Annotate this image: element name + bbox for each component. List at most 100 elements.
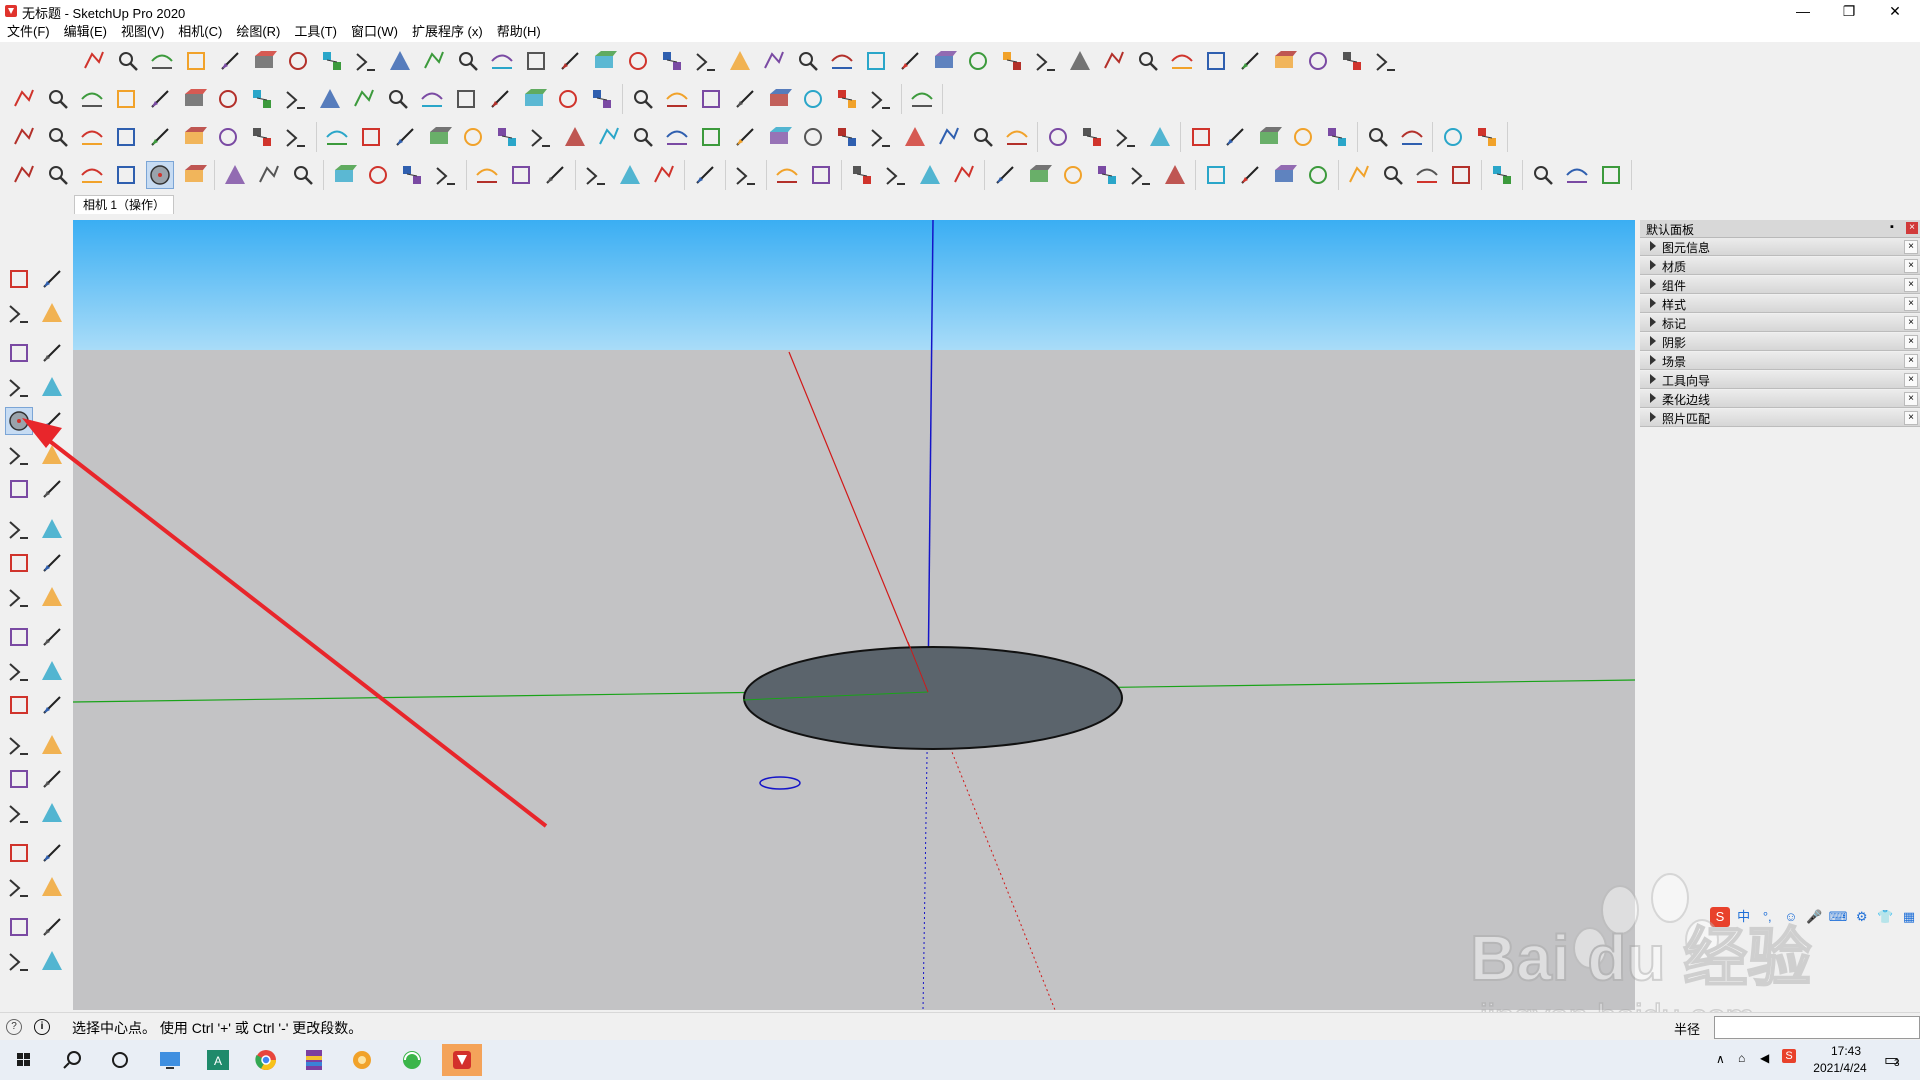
toolbar1-tool-1-18-icon[interactable] — [659, 48, 685, 74]
tray-close-button[interactable]: × — [1906, 222, 1918, 234]
toolbar3-tool-1-7-icon[interactable] — [215, 124, 241, 150]
tray-item-close-icon[interactable]: × — [1904, 411, 1918, 425]
toolbar3-tool-2-12-icon[interactable] — [698, 124, 724, 150]
toolbar3-tool-4-1-icon[interactable] — [1188, 124, 1214, 150]
toolbar1-tool-1-24-icon[interactable] — [863, 48, 889, 74]
toolbar2-tool-1-6-icon[interactable] — [181, 86, 207, 112]
left-tool-2-2-icon[interactable] — [39, 300, 65, 326]
measurements-input[interactable] — [1714, 1016, 1920, 1039]
toolbar3-tool-1-1-icon[interactable] — [11, 124, 37, 150]
toolbar4-tool-10-4-icon[interactable] — [1094, 162, 1120, 188]
toolbar4-tool-14-2-icon[interactable] — [1564, 162, 1590, 188]
toolbar2-tool-2-4-icon[interactable] — [732, 86, 758, 112]
tray-item[interactable]: 样式 × — [1640, 295, 1920, 313]
toolbar4-tool-8-1-icon[interactable] — [774, 162, 800, 188]
toolbar3-tool-3-1-icon[interactable] — [1045, 124, 1071, 150]
expand-arrow-icon[interactable] — [1650, 298, 1656, 308]
toolbar4-tool-12-4-icon[interactable] — [1448, 162, 1474, 188]
toolbar3-tool-3-3-icon[interactable] — [1113, 124, 1139, 150]
left-tool-15-1-icon[interactable] — [6, 766, 32, 792]
toolbar4-tool-8-2-icon[interactable] — [808, 162, 834, 188]
toolbar4-tool-11-2-icon[interactable] — [1237, 162, 1263, 188]
menu-help[interactable]: 帮助(H) — [490, 22, 548, 42]
cortana-icon[interactable] — [100, 1044, 140, 1076]
toolbar4-tool-2-2-icon[interactable] — [256, 162, 282, 188]
toolbar3-tool-2-1-icon[interactable] — [324, 124, 350, 150]
tray-item[interactable]: 材质 × — [1640, 257, 1920, 275]
left-tool-1-1-icon[interactable] — [6, 266, 32, 292]
scene-tab[interactable]: 相机 1（操作） — [74, 195, 175, 214]
toolbar3-tool-2-11-icon[interactable] — [664, 124, 690, 150]
left-tool-20-1-icon[interactable] — [6, 948, 32, 974]
restore-button[interactable]: ❐ — [1826, 0, 1872, 22]
toolbar3-tool-2-13-icon[interactable] — [732, 124, 758, 150]
toolbar1-tool-1-12-icon[interactable] — [455, 48, 481, 74]
left-tool-11-2-icon[interactable] — [39, 624, 65, 650]
circle-tool-active-icon[interactable] — [146, 161, 174, 189]
toolbar2-tool-2-2-icon[interactable] — [664, 86, 690, 112]
toolbar3-tool-2-10-icon[interactable] — [630, 124, 656, 150]
toolbar1-tool-1-26-icon[interactable] — [931, 48, 957, 74]
toolbar3-tool-3-4-icon[interactable] — [1147, 124, 1173, 150]
menu-window[interactable]: 窗口(W) — [344, 22, 405, 42]
menu-extensions[interactable]: 扩展程序 (x) — [405, 22, 490, 42]
clock-date[interactable]: 2021/4/24 — [1800, 1061, 1880, 1075]
toolbar4-tool-12-3-icon[interactable] — [1414, 162, 1440, 188]
left-tool-4-2-icon[interactable] — [39, 374, 65, 400]
toolbar1-tool-1-28-icon[interactable] — [999, 48, 1025, 74]
toolbar4-tool-4-1-icon[interactable] — [474, 162, 500, 188]
pin-icon[interactable]: ▪ — [1890, 221, 1894, 233]
toolbar1-tool-1-36-icon[interactable] — [1271, 48, 1297, 74]
tray-item-close-icon[interactable]: × — [1904, 354, 1918, 368]
toolbar4-tool-5-1-icon[interactable] — [583, 162, 609, 188]
toolbar4-tool-11-4-icon[interactable] — [1305, 162, 1331, 188]
tray-item[interactable]: 工具向导 × — [1640, 371, 1920, 389]
toolbar4-tool-3-1-icon[interactable] — [331, 162, 357, 188]
toolbar4-tool-12-1-icon[interactable] — [1346, 162, 1372, 188]
toolbar1-tool-1-34-icon[interactable] — [1203, 48, 1229, 74]
toolbar3-tool-1-2-icon[interactable] — [45, 124, 71, 150]
left-tool-7-1-icon[interactable] — [6, 476, 32, 502]
left-tool-19-1-icon[interactable] — [6, 914, 32, 940]
toolbar4-tool-9-3-icon[interactable] — [917, 162, 943, 188]
toolbar1-tool-1-38-icon[interactable] — [1339, 48, 1365, 74]
toolbar3-tool-1-8-icon[interactable] — [249, 124, 275, 150]
toolbar4-tool-7-1-icon[interactable] — [733, 162, 759, 188]
menu-camera[interactable]: 相机(C) — [171, 22, 229, 42]
desktop-app-icon[interactable] — [150, 1044, 190, 1076]
toolbar4-tool-10-1-icon[interactable] — [992, 162, 1018, 188]
toolbar3-tool-2-16-icon[interactable] — [834, 124, 860, 150]
left-tool-17-2-icon[interactable] — [39, 840, 65, 866]
left-tool-17-1-icon[interactable] — [6, 840, 32, 866]
toolbar4-tool-14-1-icon[interactable] — [1530, 162, 1556, 188]
toolbar4-tool-1-1-icon[interactable] — [11, 162, 37, 188]
toolbar3-tool-2-18-icon[interactable] — [902, 124, 928, 150]
toolbar4-tool-3-3-icon[interactable] — [399, 162, 425, 188]
clock-time[interactable]: 17:43 — [1816, 1044, 1876, 1058]
toolbar2-tool-1-14-icon[interactable] — [453, 86, 479, 112]
toolbar2-tool-1-9-icon[interactable] — [283, 86, 309, 112]
left-tool-16-2-icon[interactable] — [39, 800, 65, 826]
expand-arrow-icon[interactable] — [1650, 317, 1656, 327]
toolbar2-tool-1-17-icon[interactable] — [555, 86, 581, 112]
toolbar3-tool-2-15-icon[interactable] — [800, 124, 826, 150]
left-tool-5-2-icon[interactable] — [39, 408, 65, 434]
tray-item-close-icon[interactable]: × — [1904, 297, 1918, 311]
expand-arrow-icon[interactable] — [1650, 279, 1656, 289]
toolbar2-tool-2-6-icon[interactable] — [800, 86, 826, 112]
left-circle-tool-active-icon[interactable] — [5, 407, 33, 435]
menu-tools[interactable]: 工具(T) — [287, 22, 344, 42]
left-tool-9-2-icon[interactable] — [39, 550, 65, 576]
model-viewport[interactable] — [73, 220, 1635, 1010]
left-tool-10-2-icon[interactable] — [39, 584, 65, 610]
tray-item-close-icon[interactable]: × — [1904, 373, 1918, 387]
toolbar4-tool-10-2-icon[interactable] — [1026, 162, 1052, 188]
toolbar3-tool-2-17-icon[interactable] — [868, 124, 894, 150]
toolbar3-tool-2-19-icon[interactable] — [936, 124, 962, 150]
speaker-icon[interactable]: ◀ — [1760, 1051, 1769, 1065]
toolbar3-tool-4-2-icon[interactable] — [1222, 124, 1248, 150]
toolbar1-tool-1-5-icon[interactable] — [217, 48, 243, 74]
toolbar3-tool-2-6-icon[interactable] — [494, 124, 520, 150]
toolbar2-tool-1-13-icon[interactable] — [419, 86, 445, 112]
toolbar1-tool-1-39-icon[interactable] — [1373, 48, 1399, 74]
